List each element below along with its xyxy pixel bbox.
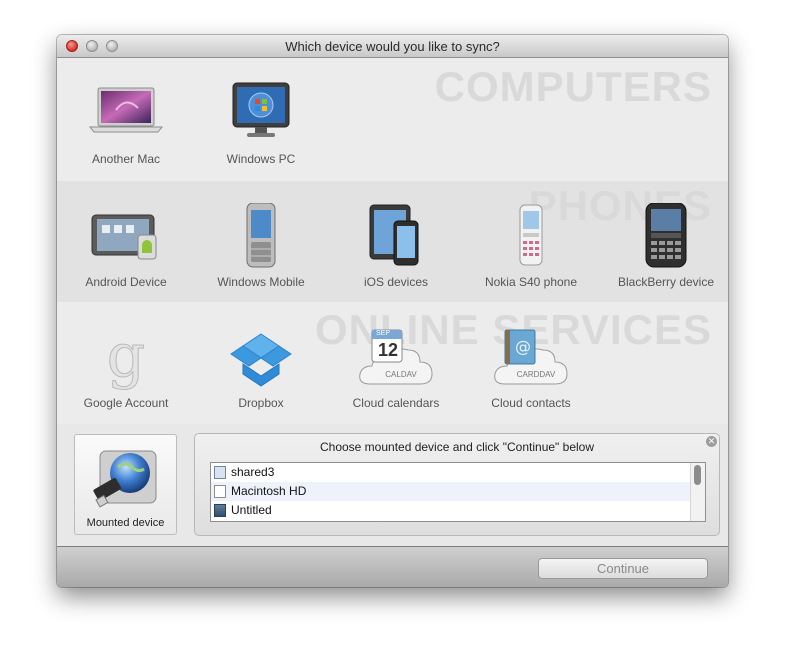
scrollbar-thumb[interactable] bbox=[694, 465, 701, 485]
device-windows-pc[interactable]: Windows PC bbox=[201, 80, 321, 166]
list-scrollbar[interactable] bbox=[690, 463, 705, 521]
online-services-section: ONLINE SERVICES g Google Account Dropbox bbox=[57, 302, 728, 424]
device-another-mac[interactable]: Another Mac bbox=[66, 80, 186, 166]
removable-drive-icon bbox=[214, 504, 226, 517]
device-android[interactable]: Android Device bbox=[66, 203, 186, 289]
google-g-icon: g bbox=[86, 321, 166, 392]
service-label: Google Account bbox=[83, 396, 169, 410]
caldav-badge: CALDAV bbox=[385, 370, 417, 379]
device-label: BlackBerry device bbox=[617, 275, 715, 289]
nokia-phone-icon bbox=[491, 203, 571, 271]
panel-title: Choose mounted device and click "Continu… bbox=[319, 440, 594, 454]
mounted-drive-globe-icon bbox=[92, 443, 160, 509]
list-item[interactable]: Untitled bbox=[211, 501, 705, 520]
service-label: Dropbox bbox=[238, 396, 284, 410]
sync-wizard-window: Which device would you like to sync? COM… bbox=[57, 35, 728, 587]
device-name: Untitled bbox=[231, 503, 272, 517]
service-dropbox[interactable]: Dropbox bbox=[201, 324, 321, 410]
mounted-device-area: Mounted device Choose mounted device and… bbox=[57, 424, 728, 546]
phones-section: PHONES Android Device Windows Mobile iOS… bbox=[57, 181, 728, 302]
mounted-device-panel: Choose mounted device and click "Continu… bbox=[194, 433, 720, 536]
device-name: Macintosh HD bbox=[231, 484, 307, 498]
device-ios[interactable]: iOS devices bbox=[336, 203, 456, 289]
windows-mobile-phone-icon bbox=[221, 202, 301, 271]
hard-drive-icon bbox=[214, 485, 226, 498]
computers-section: COMPUTERS Another Mac Windows PC bbox=[57, 58, 728, 181]
mounted-device-label: Mounted device bbox=[86, 517, 165, 529]
service-label: Cloud calendars bbox=[352, 396, 440, 410]
section-label-computers: COMPUTERS bbox=[434, 63, 712, 110]
ios-devices-icon bbox=[356, 203, 436, 271]
list-item[interactable]: shared3 bbox=[211, 463, 705, 482]
service-google-account[interactable]: g Google Account bbox=[66, 321, 186, 411]
calendar-day: 12 bbox=[377, 340, 399, 360]
calendar-month: SEP bbox=[376, 330, 391, 337]
svg-text:@: @ bbox=[515, 337, 531, 356]
carddav-badge: CARDDAV bbox=[516, 370, 556, 379]
window-title: Which device would you like to sync? bbox=[285, 39, 500, 54]
macbook-icon bbox=[86, 80, 166, 148]
device-label: iOS devices bbox=[363, 275, 429, 289]
device-name: shared3 bbox=[231, 465, 275, 479]
service-cloud-contacts[interactable]: @ CARDDAV Cloud contacts bbox=[471, 324, 591, 410]
device-label: Another Mac bbox=[91, 152, 161, 166]
close-icon[interactable]: ✕ bbox=[706, 436, 717, 447]
carddav-cloud-icon: @ CARDDAV bbox=[491, 324, 571, 392]
device-label: Android Device bbox=[85, 275, 167, 289]
list-item[interactable]: Macintosh HD bbox=[211, 482, 705, 501]
device-label: Nokia S40 phone bbox=[484, 275, 578, 289]
device-label: Windows Mobile bbox=[217, 275, 305, 289]
network-share-icon bbox=[214, 466, 226, 479]
service-label: Cloud contacts bbox=[491, 396, 571, 410]
device-label: Windows PC bbox=[226, 152, 296, 166]
device-windows-mobile[interactable]: Windows Mobile bbox=[201, 202, 321, 289]
footer-bar: Continue bbox=[57, 546, 728, 587]
title-bar: Which device would you like to sync? bbox=[57, 35, 728, 58]
device-blackberry[interactable]: BlackBerry device bbox=[606, 202, 726, 289]
svg-text:g: g bbox=[107, 324, 145, 391]
dropbox-icon bbox=[221, 324, 301, 392]
service-cloud-calendars[interactable]: SEP 12 CALDAV Cloud calendars bbox=[336, 324, 456, 410]
caldav-cloud-icon: SEP 12 CALDAV bbox=[356, 324, 436, 392]
windows-monitor-icon bbox=[221, 80, 301, 148]
mounted-device-list: shared3 Macintosh HD Untitled bbox=[210, 462, 706, 522]
device-nokia-s40[interactable]: Nokia S40 phone bbox=[471, 203, 591, 289]
continue-button[interactable]: Continue bbox=[538, 558, 708, 579]
mounted-device-button[interactable]: Mounted device bbox=[74, 434, 177, 535]
blackberry-icon bbox=[626, 202, 706, 271]
android-tablet-icon bbox=[86, 203, 166, 271]
